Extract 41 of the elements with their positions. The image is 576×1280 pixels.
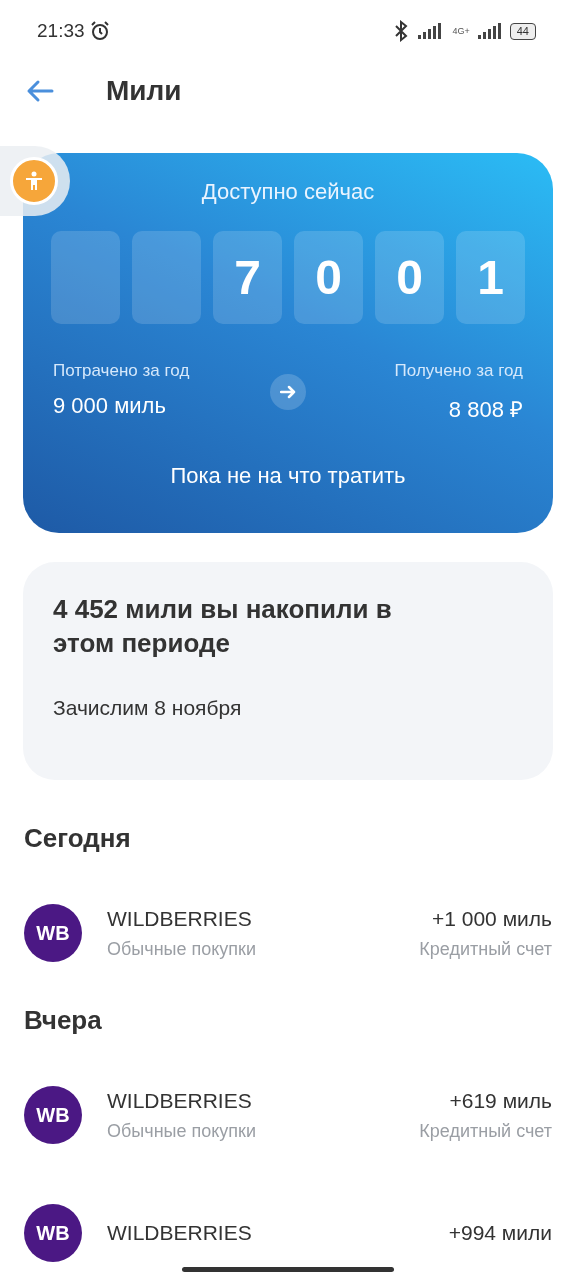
status-message: Пока не на что тратить [170,463,406,489]
merchant-name: WILDBERRIES [107,906,253,931]
accessibility-button[interactable] [10,157,58,205]
section-title: Вчера [24,1003,103,1037]
clock-time: 21:33 [37,20,85,42]
transaction-row[interactable]: WB WILDBERRIES Обычные покупки +1 000 миль Кредитный счет [24,884,552,982]
right-arrow-icon [280,385,296,399]
transaction-amount: +994 мили [448,1221,552,1245]
accessibility-icon [25,171,43,191]
transaction-row[interactable]: WB WILDBERRIES Обычные покупки +619 миль Кредитный счет [24,1066,552,1164]
transaction-category: Обычные покупки [107,938,258,960]
battery-level: 44 [509,22,536,40]
back-arrow-icon [26,79,54,103]
digit-tile: 7 [213,231,282,324]
digit-tile: 1 [456,231,525,324]
arrow-button[interactable] [270,374,306,410]
transaction-amount: +619 миль [449,1088,552,1113]
summary-note: Зачислим 8 ноября [53,696,243,720]
merchant-logo: WB [24,1086,82,1144]
stat-value: 8 808 ₽ [448,396,523,423]
stat-value: 9 000 миль [53,393,167,419]
stat-label: Потрачено за год [53,361,191,381]
transaction-category: Обычные покупки [107,1120,258,1142]
network-type: 4G+ [452,26,470,36]
card-title: Доступно сейчас [201,179,375,205]
merchant-name: WILDBERRIES [107,1088,253,1113]
transaction-row[interactable]: WB WILDBERRIES +994 мили [24,1184,552,1280]
summary-title: 4 452 мили вы накопили в этом периоде [53,593,393,660]
digit-tile: 0 [294,231,363,324]
section-title: Сегодня [24,821,132,855]
merchant-logo: WB [24,1204,82,1262]
account-name: Кредитный счет [419,938,552,960]
account-name: Кредитный счет [419,1120,552,1142]
page-title: Мили [106,75,182,107]
merchant-logo: WB [24,904,82,962]
back-button[interactable] [26,79,54,103]
stat-label: Получено за год [394,361,523,381]
merchant-name: WILDBERRIES [107,1221,253,1245]
transaction-amount: +1 000 миль [432,906,552,931]
digit-tile: 0 [375,231,444,324]
signal-icon [477,23,502,39]
